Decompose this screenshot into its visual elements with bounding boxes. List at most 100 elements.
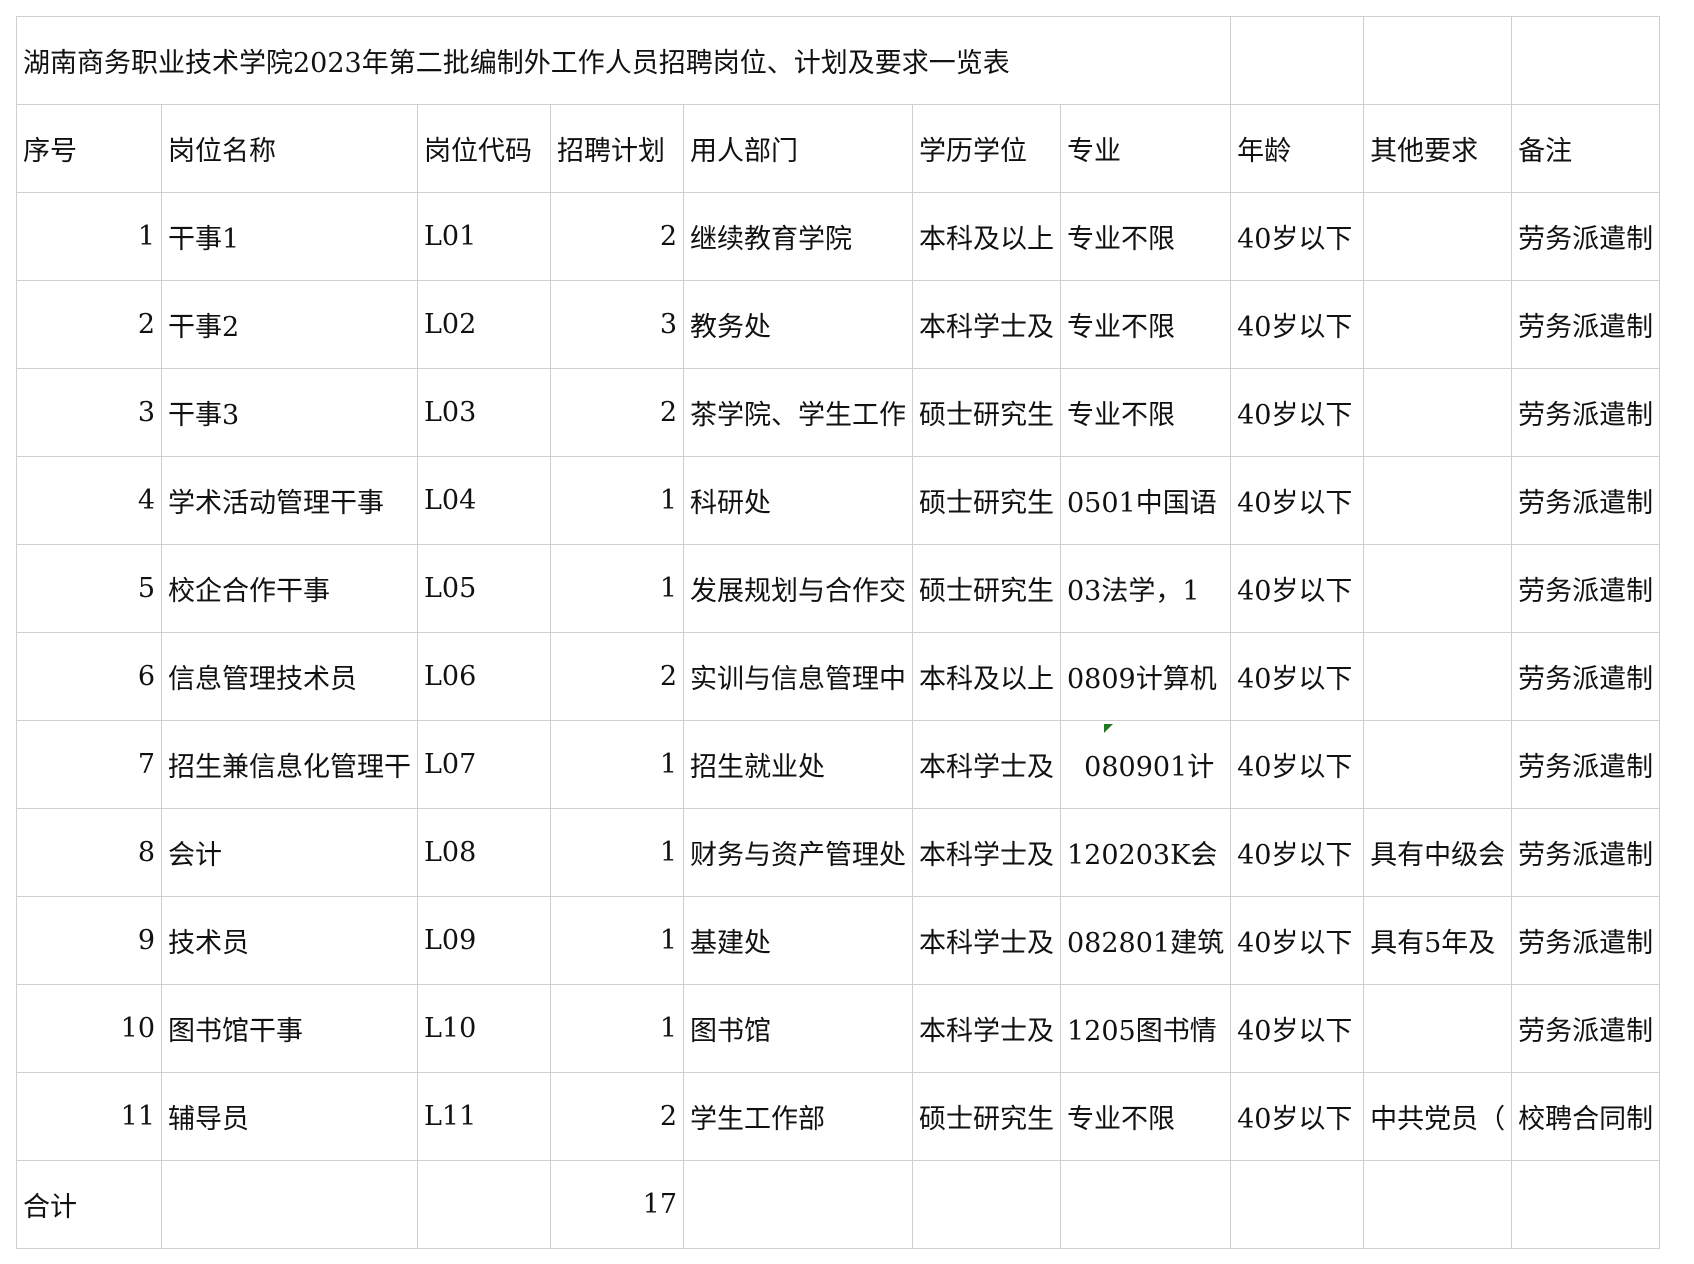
header-cell[interactable]: 其他要求 <box>1363 104 1513 193</box>
cell-major[interactable]: 专业不限 <box>1059 1072 1232 1161</box>
cell-position[interactable]: 干事3 <box>161 368 418 457</box>
cell-position[interactable]: 学术活动管理干事 <box>161 456 418 545</box>
cell-index[interactable]: 7 <box>16 720 162 809</box>
cell-major[interactable]: 1205图书情 <box>1059 984 1232 1073</box>
cell-position[interactable]: 干事1 <box>161 192 418 281</box>
cell-plan[interactable]: 3 <box>550 280 684 369</box>
cell-degree[interactable]: 本科学士及 <box>912 808 1061 897</box>
cell-remark[interactable]: 劳务派遣制 <box>1511 632 1661 721</box>
empty-cell[interactable] <box>683 1160 913 1249</box>
cell-position[interactable]: 辅导员 <box>161 1072 418 1161</box>
cell-major[interactable]: 082801建筑 <box>1059 896 1232 985</box>
cell-code[interactable]: L05 <box>417 544 551 633</box>
cell-index[interactable]: 1 <box>16 192 162 281</box>
cell-index[interactable]: 8 <box>16 808 162 897</box>
cell-index[interactable]: 11 <box>16 1072 162 1161</box>
cell-degree[interactable]: 硕士研究生 <box>912 456 1061 545</box>
cell-position[interactable]: 技术员 <box>161 896 418 985</box>
cell-remark[interactable]: 劳务派遣制 <box>1511 544 1661 633</box>
cell-remark[interactable]: 劳务派遣制 <box>1511 280 1661 369</box>
cell-index[interactable]: 3 <box>16 368 162 457</box>
cell-department[interactable]: 继续教育学院 <box>683 192 913 281</box>
cell-department[interactable]: 教务处 <box>683 280 913 369</box>
header-cell[interactable]: 年龄 <box>1230 104 1365 193</box>
cell-other[interactable]: 具有5年及 <box>1363 896 1513 985</box>
cell-degree[interactable]: 本科学士及 <box>912 280 1061 369</box>
cell-major[interactable]: 专业不限 <box>1059 280 1232 369</box>
cell-plan[interactable]: 2 <box>550 1072 684 1161</box>
cell-other[interactable] <box>1363 368 1513 457</box>
cell-code[interactable]: L03 <box>417 368 551 457</box>
header-cell[interactable]: 专业 <box>1059 104 1232 193</box>
cell-code[interactable]: L10 <box>417 984 551 1073</box>
empty-cell[interactable] <box>1230 1160 1365 1249</box>
cell-remark[interactable]: 劳务派遣制 <box>1511 192 1661 281</box>
cell-code[interactable]: L04 <box>417 456 551 545</box>
header-cell[interactable]: 招聘计划 <box>550 104 684 193</box>
cell-degree[interactable]: 硕士研究生 <box>912 1072 1061 1161</box>
header-cell[interactable]: 岗位代码 <box>417 104 551 193</box>
empty-cell[interactable] <box>912 1160 1061 1249</box>
cell-other[interactable] <box>1363 720 1513 809</box>
cell-plan[interactable]: 2 <box>550 192 684 281</box>
cell-major[interactable]: 专业不限 <box>1059 192 1232 281</box>
cell-remark[interactable]: 校聘合同制 <box>1511 1072 1661 1161</box>
cell-degree[interactable]: 硕士研究生 <box>912 368 1061 457</box>
empty-cell[interactable] <box>1363 16 1513 105</box>
cell-department[interactable]: 茶学院、学生工作 <box>683 368 913 457</box>
cell-index[interactable]: 10 <box>16 984 162 1073</box>
cell-position[interactable]: 招生兼信息化管理干 <box>161 720 418 809</box>
cell-major[interactable]: 080901计 <box>1059 720 1232 809</box>
empty-cell[interactable] <box>1230 16 1365 105</box>
cell-major[interactable]: 0809计算机 <box>1059 632 1232 721</box>
cell-code[interactable]: L11 <box>417 1072 551 1161</box>
cell-other[interactable] <box>1363 280 1513 369</box>
cell-position[interactable]: 校企合作干事 <box>161 544 418 633</box>
cell-age[interactable]: 40岁以下 <box>1230 456 1365 545</box>
cell-plan[interactable]: 1 <box>550 720 684 809</box>
cell-department[interactable]: 发展规划与合作交 <box>683 544 913 633</box>
header-cell[interactable]: 用人部门 <box>683 104 913 193</box>
cell-other[interactable] <box>1363 192 1513 281</box>
header-cell[interactable]: 岗位名称 <box>161 104 418 193</box>
cell-department[interactable]: 财务与资产管理处 <box>683 808 913 897</box>
cell-age[interactable]: 40岁以下 <box>1230 632 1365 721</box>
cell-position[interactable]: 图书馆干事 <box>161 984 418 1073</box>
cell-position[interactable]: 会计 <box>161 808 418 897</box>
table-title-cell[interactable]: 湖南商务职业技术学院2023年第二批编制外工作人员招聘岗位、计划及要求一览表 <box>15 16 1232 105</box>
cell-remark[interactable]: 劳务派遣制 <box>1511 896 1661 985</box>
cell-department[interactable]: 图书馆 <box>683 984 913 1073</box>
header-cell[interactable]: 序号 <box>16 104 162 193</box>
cell-plan[interactable]: 1 <box>550 456 684 545</box>
cell-other[interactable] <box>1363 632 1513 721</box>
empty-cell[interactable] <box>1511 1160 1661 1249</box>
total-plan-cell[interactable]: 17 <box>550 1160 684 1249</box>
cell-remark[interactable]: 劳务派遣制 <box>1511 984 1661 1073</box>
cell-code[interactable]: L09 <box>417 896 551 985</box>
cell-department[interactable]: 基建处 <box>683 896 913 985</box>
cell-department[interactable]: 科研处 <box>683 456 913 545</box>
cell-code[interactable]: L08 <box>417 808 551 897</box>
cell-index[interactable]: 2 <box>16 280 162 369</box>
cell-index[interactable]: 4 <box>16 456 162 545</box>
cell-major[interactable]: 03法学，1 <box>1059 544 1232 633</box>
cell-age[interactable]: 40岁以下 <box>1230 808 1365 897</box>
cell-code[interactable]: L02 <box>417 280 551 369</box>
cell-position[interactable]: 信息管理技术员 <box>161 632 418 721</box>
cell-major[interactable]: 专业不限 <box>1059 368 1232 457</box>
cell-age[interactable]: 40岁以下 <box>1230 280 1365 369</box>
cell-remark[interactable]: 劳务派遣制 <box>1511 368 1661 457</box>
cell-plan[interactable]: 1 <box>550 896 684 985</box>
cell-degree[interactable]: 硕士研究生 <box>912 544 1061 633</box>
cell-department[interactable]: 实训与信息管理中 <box>683 632 913 721</box>
cell-age[interactable]: 40岁以下 <box>1230 368 1365 457</box>
cell-department[interactable]: 招生就业处 <box>683 720 913 809</box>
cell-age[interactable]: 40岁以下 <box>1230 192 1365 281</box>
cell-age[interactable]: 40岁以下 <box>1230 984 1365 1073</box>
cell-department[interactable]: 学生工作部 <box>683 1072 913 1161</box>
cell-index[interactable]: 9 <box>16 896 162 985</box>
cell-remark[interactable]: 劳务派遣制 <box>1511 808 1661 897</box>
empty-cell[interactable] <box>1511 16 1661 105</box>
cell-plan[interactable]: 2 <box>550 368 684 457</box>
cell-plan[interactable]: 2 <box>550 632 684 721</box>
